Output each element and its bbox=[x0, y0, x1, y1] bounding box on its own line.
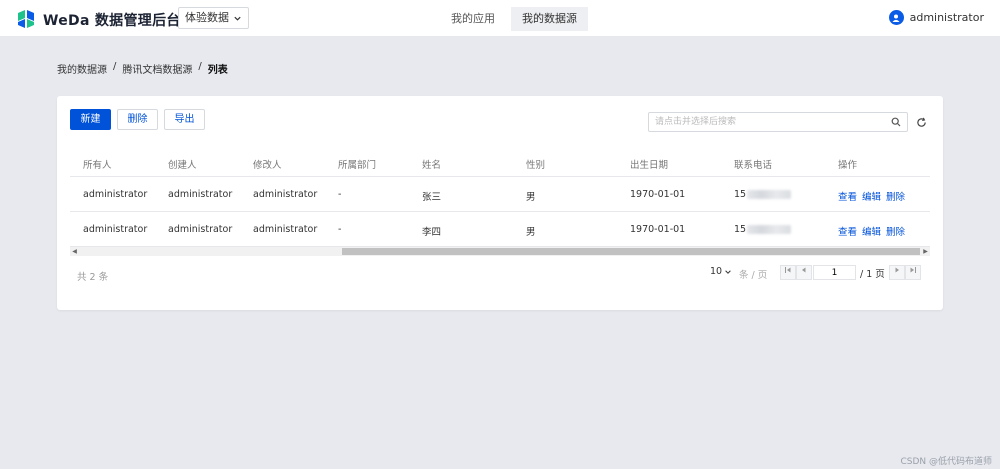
user-icon bbox=[892, 14, 900, 22]
user-menu[interactable]: administrator bbox=[888, 10, 984, 25]
user-name: administrator bbox=[909, 11, 984, 24]
delete-link[interactable]: 删除 bbox=[886, 189, 905, 203]
total-pages: / 1 页 bbox=[860, 269, 885, 280]
column-header: 创建人 bbox=[168, 160, 197, 171]
breadcrumb-separator: / bbox=[198, 61, 202, 72]
row-actions: 查看 编辑 删除 bbox=[838, 189, 905, 203]
page-size-value: 10 bbox=[710, 266, 723, 277]
view-link[interactable]: 查看 bbox=[838, 224, 857, 238]
table-row: administrator administrator administrato… bbox=[70, 178, 930, 212]
cell-birth: 1970-01-01 bbox=[630, 189, 686, 200]
avatar bbox=[888, 10, 904, 25]
horizontal-scrollbar[interactable]: ◀ ▶ bbox=[70, 247, 930, 256]
cell-modifier: administrator bbox=[253, 189, 318, 200]
table-header: 所有人 创建人 修改人 所属部门 姓名 性别 出生日期 联系电话 操作 bbox=[70, 151, 930, 177]
view-link[interactable]: 查看 bbox=[838, 189, 857, 203]
next-page-button[interactable] bbox=[889, 265, 905, 280]
edit-link[interactable]: 编辑 bbox=[862, 189, 881, 203]
cell-name: 张三 bbox=[422, 192, 442, 203]
scroll-right-icon[interactable]: ▶ bbox=[921, 247, 930, 256]
column-header: 联系电话 bbox=[734, 160, 773, 171]
refresh-icon[interactable] bbox=[916, 117, 927, 128]
cell-gender: 男 bbox=[526, 192, 536, 203]
breadcrumb-separator: / bbox=[113, 61, 117, 72]
first-page-button[interactable] bbox=[780, 265, 796, 280]
search-box bbox=[648, 112, 908, 132]
new-button[interactable]: 新建 bbox=[70, 109, 111, 130]
cell-modifier: administrator bbox=[253, 224, 318, 235]
edit-link[interactable]: 编辑 bbox=[862, 224, 881, 238]
chevron-down-icon bbox=[234, 16, 241, 21]
first-page-icon bbox=[785, 267, 791, 273]
tab-my-apps[interactable]: 我的应用 bbox=[438, 7, 508, 31]
breadcrumb: 我的数据源 / 腾讯文档数据源 / 列表 bbox=[57, 61, 228, 76]
delete-link[interactable]: 删除 bbox=[886, 224, 905, 238]
phone-prefix: 15 bbox=[734, 189, 747, 200]
watermark: CSDN @低代码布道师 bbox=[900, 457, 992, 467]
breadcrumb-item-tencent-docs[interactable]: 腾讯文档数据源 bbox=[122, 61, 192, 76]
prev-page-icon bbox=[802, 267, 806, 273]
env-select-label: 体验数据 bbox=[185, 11, 229, 24]
cell-creator: administrator bbox=[168, 189, 233, 200]
column-header: 修改人 bbox=[253, 160, 282, 171]
cell-owner: administrator bbox=[83, 224, 148, 235]
delete-button[interactable]: 删除 bbox=[117, 109, 158, 130]
total-count: 共 2 条 bbox=[77, 272, 109, 283]
table-row: administrator administrator administrato… bbox=[70, 213, 930, 247]
cell-phone: 15 bbox=[734, 189, 792, 200]
tab-my-datasources[interactable]: 我的数据源 bbox=[511, 7, 588, 31]
data-list-card: 新建 删除 导出 所有人 创建人 修改人 所属部门 姓名 性别 出生日期 联系电… bbox=[57, 96, 943, 310]
per-page-label: 条 / 页 bbox=[739, 270, 768, 281]
last-page-button[interactable] bbox=[905, 265, 921, 280]
column-header: 姓名 bbox=[422, 160, 442, 171]
env-data-select[interactable]: 体验数据 bbox=[178, 7, 249, 29]
search-icon[interactable] bbox=[891, 117, 901, 127]
chevron-down-icon bbox=[725, 269, 731, 274]
cell-creator: administrator bbox=[168, 224, 233, 235]
top-bar: WeDa 数据管理后台 体验数据 我的应用 我的数据源 administrato… bbox=[0, 0, 1000, 37]
scroll-left-icon[interactable]: ◀ bbox=[70, 247, 79, 256]
cell-dept: - bbox=[338, 189, 342, 200]
column-header: 操作 bbox=[838, 160, 858, 171]
page-number-input[interactable] bbox=[814, 266, 855, 279]
weda-logo-icon bbox=[18, 10, 34, 28]
breadcrumb-item-list: 列表 bbox=[207, 65, 228, 76]
phone-redacted bbox=[747, 190, 792, 199]
app-brand-title: WeDa 数据管理后台 bbox=[43, 13, 181, 29]
search-input[interactable] bbox=[655, 113, 885, 131]
export-button[interactable]: 导出 bbox=[164, 109, 205, 130]
column-header: 所有人 bbox=[83, 160, 112, 171]
page-number-field bbox=[813, 265, 856, 280]
cell-birth: 1970-01-01 bbox=[630, 224, 686, 235]
cell-dept: - bbox=[338, 224, 342, 235]
column-header: 出生日期 bbox=[630, 160, 669, 171]
page-size-select[interactable]: 10 bbox=[710, 266, 732, 277]
scrollbar-thumb[interactable] bbox=[342, 248, 920, 255]
next-page-icon bbox=[895, 267, 899, 273]
last-page-icon bbox=[910, 267, 916, 273]
breadcrumb-item-my-datasources[interactable]: 我的数据源 bbox=[57, 61, 107, 76]
column-header: 所属部门 bbox=[338, 160, 377, 171]
row-actions: 查看 编辑 删除 bbox=[838, 224, 905, 238]
cell-phone: 15 bbox=[734, 224, 792, 235]
phone-redacted bbox=[747, 225, 792, 234]
column-header: 性别 bbox=[526, 160, 546, 171]
cell-owner: administrator bbox=[83, 189, 148, 200]
cell-gender: 男 bbox=[526, 227, 536, 238]
prev-page-button[interactable] bbox=[796, 265, 812, 280]
phone-prefix: 15 bbox=[734, 224, 747, 235]
cell-name: 李四 bbox=[422, 227, 442, 238]
